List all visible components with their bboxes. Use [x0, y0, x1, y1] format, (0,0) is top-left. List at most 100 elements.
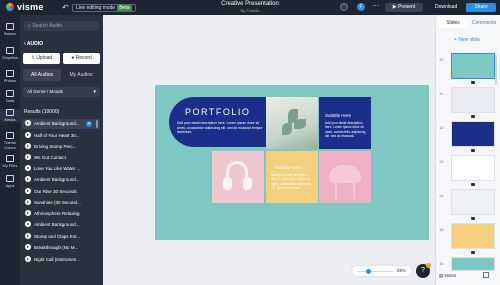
rail-item-photos[interactable]: Photos [0, 70, 20, 83]
chair-photo[interactable] [319, 151, 371, 203]
audio-track[interactable]: Night Call (Instrumen... [22, 255, 100, 265]
back-to-audio[interactable]: ‹ AUDIO [24, 41, 43, 47]
audio-track[interactable]: Sunshine (30 Second... [22, 198, 100, 208]
document-title[interactable]: Creative Presentation [200, 1, 300, 7]
zoom-track[interactable] [357, 270, 393, 272]
play-icon[interactable] [25, 143, 31, 149]
audio-track[interactable]: Driving Stomp Perc... [22, 142, 100, 152]
play-icon[interactable] [25, 233, 31, 239]
present-button[interactable]: ▶ Present [385, 3, 423, 12]
top-bar: visme ↶ Live editing mode Beta Creative P… [0, 0, 500, 15]
beta-badge: Beta [117, 5, 132, 11]
audio-track[interactable]: Stomp and Claps Ent... [22, 232, 100, 242]
slide-options-icon[interactable] [471, 81, 475, 84]
chair-seat [329, 165, 361, 183]
play-icon[interactable] [25, 132, 31, 138]
slide-thumbnail[interactable] [451, 155, 495, 181]
audio-track[interactable]: Ambient Background... + [22, 119, 100, 129]
audio-track[interactable]: Ambient Background... [22, 220, 100, 230]
scrollbar[interactable] [96, 120, 98, 128]
play-icon[interactable] [25, 199, 31, 205]
play-icon[interactable] [25, 256, 31, 262]
more-options-icon[interactable]: ⋯ [372, 2, 379, 10]
audio-track[interactable]: We Got Contact [22, 153, 100, 163]
chevron-down-icon: ▾ [93, 89, 96, 95]
play-icon[interactable] [25, 120, 31, 126]
user-avatar[interactable]: F [357, 3, 365, 11]
audio-track[interactable]: Our Rise 30 Seconds [22, 187, 100, 197]
slide-options-icon[interactable] [471, 251, 475, 254]
share-button[interactable]: Share [466, 3, 496, 12]
play-icon[interactable] [25, 244, 31, 250]
slide-options-icon[interactable] [471, 115, 475, 118]
audio-track[interactable]: Athmosphere Relaxing [22, 209, 100, 219]
slide-thumbnail[interactable] [451, 53, 495, 79]
audio-track[interactable]: Ambient Background... [22, 175, 100, 185]
subtitle-text[interactable]: Add your detail description here. Lorem … [325, 121, 369, 139]
headphones-photo[interactable] [212, 151, 264, 203]
slide-portfolio[interactable]: PORTFOLIO Add your detail description he… [155, 85, 429, 240]
rail-item-theme-colors[interactable]: Theme Colors [0, 132, 20, 150]
audio-track[interactable]: Breakthrough (No M... [22, 243, 100, 253]
visme-logo[interactable]: visme [6, 2, 44, 12]
slide-options-icon[interactable] [471, 217, 475, 220]
search-audio-input[interactable]: ⌕ Search Audio [24, 21, 99, 31]
play-icon[interactable] [25, 188, 31, 194]
rail-item-data[interactable]: Data [0, 90, 20, 103]
slide-options-icon[interactable] [471, 183, 475, 186]
play-icon[interactable] [25, 154, 31, 160]
audio-track[interactable]: Love You Like Water ... [22, 164, 100, 174]
play-icon[interactable] [25, 165, 31, 171]
logo-icon [6, 3, 14, 11]
slides-panel: Slides Comments + New slide 10 11 12 13 … [435, 15, 500, 285]
headphones-cup [243, 177, 252, 190]
tab-my-audios[interactable]: My Audios [62, 69, 100, 81]
media-icon [6, 109, 14, 116]
add-icon[interactable]: + [86, 121, 92, 127]
rail-item-apps[interactable]: Apps [0, 175, 20, 188]
subtitle-heading[interactable]: Subtitle Here [275, 165, 301, 170]
play-icon[interactable] [25, 210, 31, 216]
rail-item-basics[interactable]: Basics [0, 23, 20, 36]
audio-track[interactable]: Half of Your Heart 30... [22, 131, 100, 141]
live-editing-mode[interactable]: Live editing mode Beta [72, 4, 136, 12]
slide-thumbnail[interactable] [451, 87, 495, 113]
notes-button[interactable]: ▤ Notes [439, 273, 456, 279]
slide-thumbnail[interactable] [451, 121, 495, 147]
play-icon[interactable] [25, 221, 31, 227]
tab-all-audios[interactable]: All Audios [23, 69, 61, 81]
record-button[interactable]: ● Record [63, 53, 100, 64]
upload-button[interactable]: ⇪ Upload [23, 53, 60, 64]
subtitle-heading[interactable]: Subtitle Here [325, 113, 351, 118]
chair-leg [335, 181, 337, 199]
slide-number: 11 [439, 91, 444, 96]
new-slide-button[interactable]: + New slide [454, 37, 480, 43]
subtitle-text[interactable]: Add your detail description here. Lorem … [271, 173, 315, 191]
plant-photo[interactable] [266, 97, 318, 149]
rail-item-my-files[interactable]: My Files [0, 155, 20, 168]
rail-item-media[interactable]: Media [0, 109, 20, 122]
left-tool-rail: Basics Graphics Photos Data Media Theme … [0, 15, 20, 285]
tab-comments[interactable]: Comments [469, 18, 499, 28]
genre-select[interactable]: All Genre / Moods ▾ [23, 87, 100, 97]
zoom-slider-knob[interactable] [366, 268, 371, 274]
slides-scrollbar[interactable] [495, 55, 497, 85]
data-icon [6, 90, 14, 97]
rail-item-graphics[interactable]: Graphics [0, 47, 20, 60]
help-button[interactable]: ? [416, 263, 431, 278]
slide-thumbnail[interactable] [451, 189, 495, 215]
slide-description[interactable]: Add your detail description here. Lorem … [177, 121, 265, 135]
slide-number: 15 [439, 227, 444, 232]
document-author: By Fiorella [240, 8, 260, 13]
play-icon[interactable] [25, 176, 31, 182]
slide-options-icon[interactable] [471, 149, 475, 152]
slide-thumbnail[interactable] [451, 223, 495, 249]
collaborator-avatar[interactable] [340, 3, 348, 11]
download-button[interactable]: Download [435, 4, 457, 10]
grid-view-icon[interactable] [483, 272, 489, 278]
zoom-control[interactable]: 59% [352, 266, 412, 276]
slide-thumbnail[interactable] [451, 257, 495, 271]
slide-title[interactable]: PORTFOLIO [185, 107, 250, 117]
undo-icon[interactable]: ↶ [62, 3, 69, 12]
tab-slides[interactable]: Slides [438, 18, 468, 28]
